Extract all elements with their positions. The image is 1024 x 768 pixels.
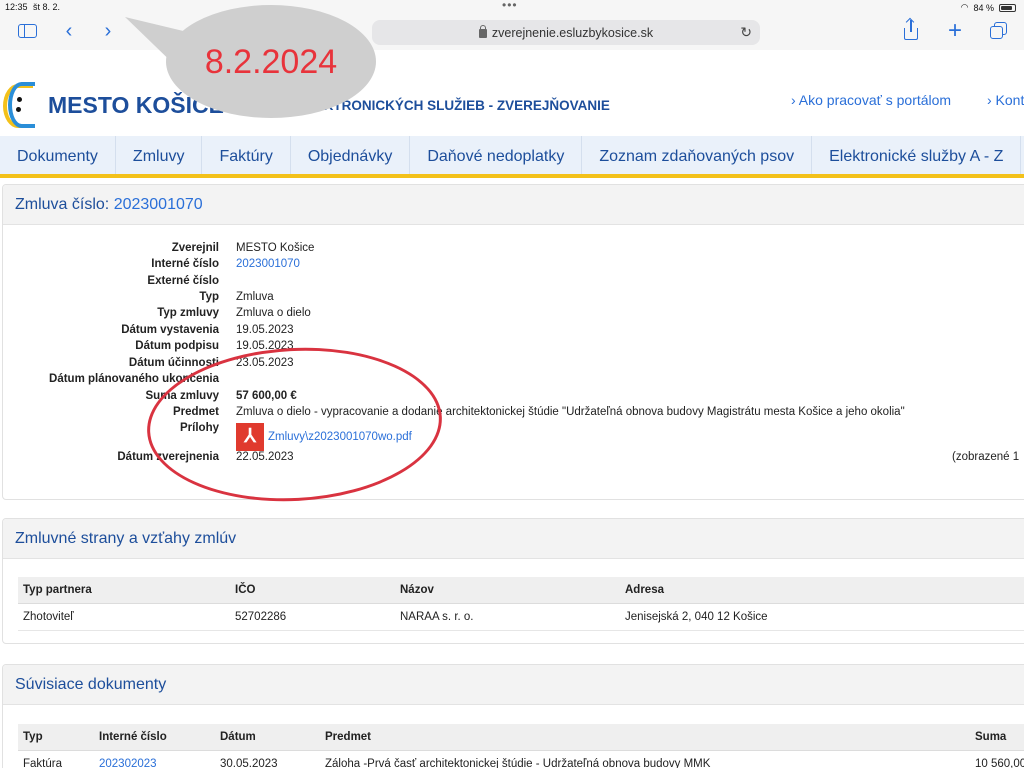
column-header[interactable]: Typ partnera <box>18 577 230 604</box>
field-value: Zmluva <box>236 291 274 303</box>
field-row: Typ Zmluva <box>3 291 1023 307</box>
field-value: 19.05.2023 <box>236 324 294 336</box>
column-header[interactable]: Názov <box>395 577 620 604</box>
nav-contracts[interactable]: Zmluvy <box>116 136 203 174</box>
table-cell: Faktúra <box>18 750 94 768</box>
column-header[interactable]: Suma <box>970 724 1024 751</box>
annotation-text: 8.2.2024 <box>204 43 338 81</box>
parties-heading: Zmluvné strany a vzťahy zmlúv <box>3 519 1024 559</box>
column-header[interactable]: Dátum <box>215 724 320 751</box>
address-bar[interactable]: zverejnenie.esluzbykosice.sk ↻ <box>372 20 760 45</box>
field-row: Dátum plánovaného ukončenia <box>3 373 1023 389</box>
internal-number-link[interactable]: 2023001070 <box>236 258 300 270</box>
parties-table: Typ partnera IČO Názov Adresa Zhotoviteľ… <box>18 577 1024 631</box>
column-header[interactable]: IČO <box>230 577 395 604</box>
field-value: Zmluva o dielo <box>236 307 311 319</box>
shown-count: (zobrazené 1 <box>952 451 1020 463</box>
column-header[interactable]: Interné číslo <box>94 724 215 751</box>
main-nav: Dokumenty Zmluvy Faktúry Objednávky Daňo… <box>0 136 1024 178</box>
field-row: Typ zmluvy Zmluva o dielo <box>3 307 1023 323</box>
reload-icon[interactable]: ↻ <box>740 24 752 41</box>
field-label: Dátum vystavenia <box>121 324 219 336</box>
table-cell: 52702286 <box>230 603 395 631</box>
battery-percent: 84 % <box>973 2 994 13</box>
nav-orders[interactable]: Objednávky <box>291 136 411 174</box>
field-row: Dátum účinnosti 23.05.2023 <box>3 357 1023 373</box>
field-label: Interné číslo <box>151 258 219 270</box>
address-url: zverejnenie.esluzbykosice.sk <box>491 25 654 40</box>
field-row: Zverejnil MESTO Košice <box>3 242 1023 258</box>
nav-tax-arrears[interactable]: Daňové nedoplatky <box>410 136 583 174</box>
battery-icon <box>999 3 1016 12</box>
tabs-icon[interactable] <box>988 20 1010 42</box>
field-label: Typ zmluvy <box>157 307 219 319</box>
internal-number-link[interactable]: 202302023 <box>94 750 215 768</box>
table-cell: NARAA s. r. o. <box>395 603 620 631</box>
field-row: Externé číslo <box>3 275 1023 291</box>
table-cell: 10 560,00 <box>970 750 1024 768</box>
contract-heading: Zmluva číslo: 2023001070 <box>3 185 1024 225</box>
multitask-dots-icon[interactable]: ••• <box>502 0 518 12</box>
lock-icon <box>478 25 487 38</box>
field-label: Dátum účinnosti <box>128 357 219 369</box>
nav-eservices[interactable]: Elektronické služby A - Z <box>812 136 1022 174</box>
contract-number-link[interactable]: 2023001070 <box>114 196 203 213</box>
new-tab-icon[interactable]: + <box>945 17 965 44</box>
share-icon[interactable] <box>901 20 921 42</box>
nav-dog-tax[interactable]: Zoznam zdaňovaných psov <box>582 136 813 174</box>
contacts-link[interactable]: › Kontakty <box>987 92 1024 108</box>
table-cell: Jenisejská 2, 040 12 Košice <box>620 603 1024 631</box>
nav-documents[interactable]: Dokumenty <box>0 136 116 174</box>
table-row: Faktúra 202302023 30.05.2023 Záloha -Prv… <box>18 750 1024 768</box>
parties-panel: Zmluvné strany a vzťahy zmlúv Typ partne… <box>2 518 1024 644</box>
column-header[interactable]: Predmet <box>320 724 970 751</box>
column-header[interactable]: Typ <box>18 724 94 751</box>
table-cell: Zhotoviteľ <box>18 603 230 631</box>
nav-invoices[interactable]: Faktúry <box>202 136 291 174</box>
field-row: Dátum podpisu 19.05.2023 <box>3 340 1023 356</box>
table-cell: 30.05.2023 <box>215 750 320 768</box>
field-row: Interné číslo 2023001070 <box>3 258 1023 274</box>
related-heading: Súvisiace dokumenty <box>3 665 1024 705</box>
field-label: Dátum podpisu <box>135 340 219 352</box>
field-label: Zverejnil <box>171 242 219 254</box>
how-to-link[interactable]: › Ako pracovať s portálom <box>791 92 951 108</box>
field-row: Dátum vystavenia 19.05.2023 <box>3 324 1023 340</box>
related-table: Typ Interné číslo Dátum Predmet Suma Fak… <box>18 724 1024 768</box>
related-panel: Súvisiace dokumenty Typ Interné číslo Dá… <box>2 664 1024 768</box>
status-right: ◠ 84 % <box>961 2 1016 13</box>
field-label: Externé číslo <box>147 275 219 287</box>
wifi-icon: ◠ <box>960 2 969 12</box>
field-label: Typ <box>199 291 219 303</box>
column-header[interactable]: Adresa <box>620 577 1024 604</box>
table-row: Zhotoviteľ 52702286 NARAA s. r. o. Jenis… <box>18 603 1024 631</box>
field-value: MESTO Košice <box>236 242 315 254</box>
table-cell: Záloha -Prvá časť architektonickej štúdi… <box>320 750 970 768</box>
